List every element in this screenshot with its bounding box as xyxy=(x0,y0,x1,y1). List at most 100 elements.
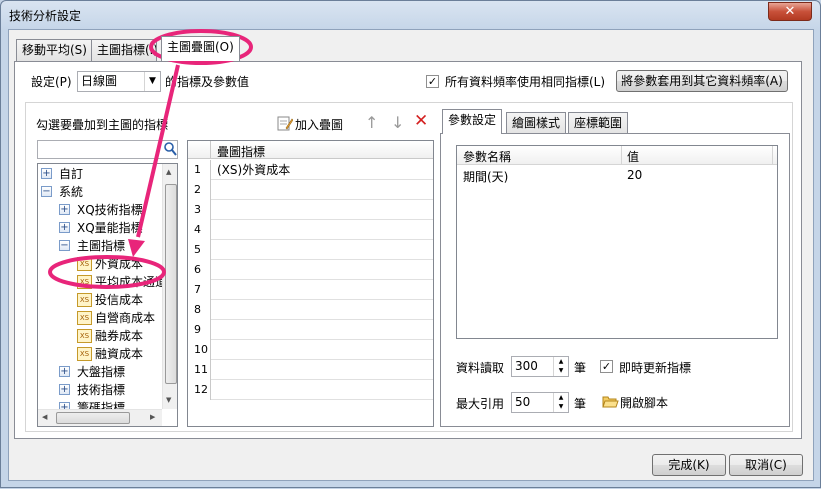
scroll-thumb[interactable] xyxy=(165,184,177,384)
data-read-value[interactable]: 300 xyxy=(515,359,538,373)
setting-suffix: 的指標及參數值 xyxy=(165,75,250,89)
grid-row[interactable]: 12 xyxy=(188,380,433,400)
scroll-right-icon[interactable]: ▶ xyxy=(150,413,155,421)
tree-horizontal-scrollbar[interactable]: ◀ ▶ xyxy=(38,409,162,426)
spinner-buttons[interactable]: ▲ ▼ xyxy=(553,393,568,412)
dialog-client: 移動平均(S) 主圖指標(I) 主圖疊圖(O) 設定(P) 日線圖 ▼ 的指標及… xyxy=(8,29,814,481)
header-divider xyxy=(621,146,622,165)
grid-row[interactable]: 3 xyxy=(188,200,433,220)
grid-row[interactable]: 11 xyxy=(188,360,433,380)
search-icon[interactable] xyxy=(163,141,177,157)
data-read-label: 資料讀取 xyxy=(456,361,505,375)
cancel-button[interactable]: 取消(C) xyxy=(729,454,803,476)
tab-draw-style[interactable]: 繪圖樣式 xyxy=(506,112,567,134)
scroll-left-icon[interactable]: ◀ xyxy=(42,413,47,421)
tab-parameters[interactable]: 參數設定 xyxy=(442,109,503,134)
scroll-down-icon[interactable]: ▼ xyxy=(166,396,171,404)
expand-icon[interactable]: + xyxy=(59,204,70,215)
realtime-update-checkbox[interactable]: ✓ xyxy=(600,360,613,373)
close-button[interactable]: ✕ xyxy=(768,2,812,21)
grid-cell[interactable] xyxy=(212,220,217,240)
grid-cell[interactable] xyxy=(212,380,217,400)
grid-cell[interactable] xyxy=(212,280,217,300)
tab-main-overlay[interactable]: 主圖疊圖(O) xyxy=(161,36,240,61)
frequency-select[interactable]: 日線圖 ▼ xyxy=(77,71,161,92)
grid-cell[interactable] xyxy=(212,200,217,220)
grid-cell[interactable] xyxy=(212,300,217,320)
scroll-up-icon[interactable]: ▲ xyxy=(166,168,171,176)
xs-script-icon: XS xyxy=(77,311,92,325)
expand-icon[interactable]: + xyxy=(59,222,70,233)
collapse-icon[interactable]: − xyxy=(41,186,52,197)
grid-cell[interactable]: (XS)外資成本 xyxy=(212,160,290,180)
spin-down-icon: ▼ xyxy=(558,367,564,374)
spinner-buttons[interactable]: ▲ ▼ xyxy=(553,357,568,376)
grid-row[interactable]: 2 xyxy=(188,180,433,200)
delete-icon[interactable]: ✕ xyxy=(414,111,428,131)
grid-row-number: 2 xyxy=(188,180,211,200)
move-up-icon[interactable]: ↑ xyxy=(365,113,378,132)
data-read-unit: 筆 xyxy=(574,361,587,375)
tree-vertical-scrollbar[interactable]: ▲ ▼ xyxy=(162,164,177,409)
grid-row[interactable]: 8 xyxy=(188,300,433,320)
parameter-tab-content: 參數名稱 值 期間(天) 20 資料讀取 300 ▲ ▼ 筆 ✓ 即時更新指標 … xyxy=(440,133,790,427)
grid-row[interactable]: 5 xyxy=(188,240,433,260)
frequency-select-value: 日線圖 xyxy=(81,74,118,88)
param-row[interactable]: 期間(天) 20 xyxy=(457,166,777,185)
move-down-icon[interactable]: ↓ xyxy=(391,113,404,132)
grid-row-number: 1 xyxy=(188,160,211,180)
xs-script-icon: XS xyxy=(77,293,92,307)
grid-row-number: 9 xyxy=(188,320,211,340)
parameter-list[interactable]: 參數名稱 值 期間(天) 20 xyxy=(456,145,778,339)
grid-row-number: 12 xyxy=(188,380,211,400)
grid-cell[interactable] xyxy=(212,320,217,340)
max-ref-value[interactable]: 50 xyxy=(515,395,530,409)
open-script-button[interactable]: 開啟腳本 xyxy=(602,392,682,412)
chevron-down-icon[interactable]: ▼ xyxy=(144,72,160,91)
tab-coordinate-range[interactable]: 座標範圍 xyxy=(568,112,629,134)
max-ref-label: 最大引用 xyxy=(456,397,505,411)
data-read-spinner[interactable]: 300 ▲ ▼ xyxy=(511,356,569,377)
grid-row-number: 8 xyxy=(188,300,211,320)
grid-row[interactable]: 10 xyxy=(188,340,433,360)
tab-main-indicator[interactable]: 主圖指標(I) xyxy=(91,39,157,61)
scroll-thumb-h[interactable] xyxy=(56,412,130,424)
ok-button[interactable]: 完成(K) xyxy=(652,454,726,476)
grid-row[interactable]: 4 xyxy=(188,220,433,240)
grid-row-number: 3 xyxy=(188,200,211,220)
grid-row-number: 7 xyxy=(188,280,211,300)
overlay-grid[interactable]: 疊圖指標 1 (XS)外資成本 2 3 4 5 6 7 8 9 10 11 12 xyxy=(187,140,434,427)
collapse-icon[interactable]: − xyxy=(59,240,70,251)
param-value[interactable]: 20 xyxy=(627,168,642,182)
grid-row[interactable]: 7 xyxy=(188,280,433,300)
xs-script-icon: XS xyxy=(77,257,92,271)
indicator-tree[interactable]: + 自訂 − 系統 + XQ技術指標 + XQ量能指標 − 主圖指標 XS 外資… xyxy=(37,163,178,427)
grid-row[interactable]: 9 xyxy=(188,320,433,340)
grid-cell[interactable] xyxy=(212,240,217,260)
grid-cell[interactable] xyxy=(212,340,217,360)
grid-row[interactable]: 1 (XS)外資成本 xyxy=(188,160,433,180)
max-ref-spinner[interactable]: 50 ▲ ▼ xyxy=(511,392,569,413)
grid-row-number: 6 xyxy=(188,260,211,280)
grid-cell[interactable] xyxy=(212,360,217,380)
search-input[interactable] xyxy=(37,140,178,159)
expand-icon[interactable]: + xyxy=(59,366,70,377)
apply-to-other-frequencies-button[interactable]: 將參數套用到其它資料頻率(A) xyxy=(616,70,788,92)
header-divider xyxy=(772,146,773,165)
expand-icon[interactable]: + xyxy=(41,168,52,179)
grid-cell[interactable] xyxy=(212,260,217,280)
tab-moving-average[interactable]: 移動平均(S) xyxy=(16,39,93,61)
realtime-update-label: 即時更新指標 xyxy=(619,361,692,375)
grid-cell[interactable] xyxy=(212,180,217,200)
param-value-header: 值 xyxy=(627,150,640,164)
grid-row[interactable]: 6 xyxy=(188,260,433,280)
setting-label: 設定(P) xyxy=(31,75,72,89)
same-indicator-checkbox[interactable]: ✓ xyxy=(426,75,439,88)
folder-open-icon xyxy=(602,394,619,412)
title-bar: 技術分析設定 ✕ xyxy=(1,1,820,29)
expand-icon[interactable]: + xyxy=(59,384,70,395)
add-overlay-button[interactable]: 加入疊圖 xyxy=(277,114,353,134)
left-panel-heading: 勾選要疊加到主圖的指標 xyxy=(36,118,169,132)
tab-content: 設定(P) 日線圖 ▼ 的指標及參數值 ✓ 所有資料頻率使用相同指標(L) 將參… xyxy=(14,61,802,439)
same-indicator-label: 所有資料頻率使用相同指標(L) xyxy=(445,75,606,89)
